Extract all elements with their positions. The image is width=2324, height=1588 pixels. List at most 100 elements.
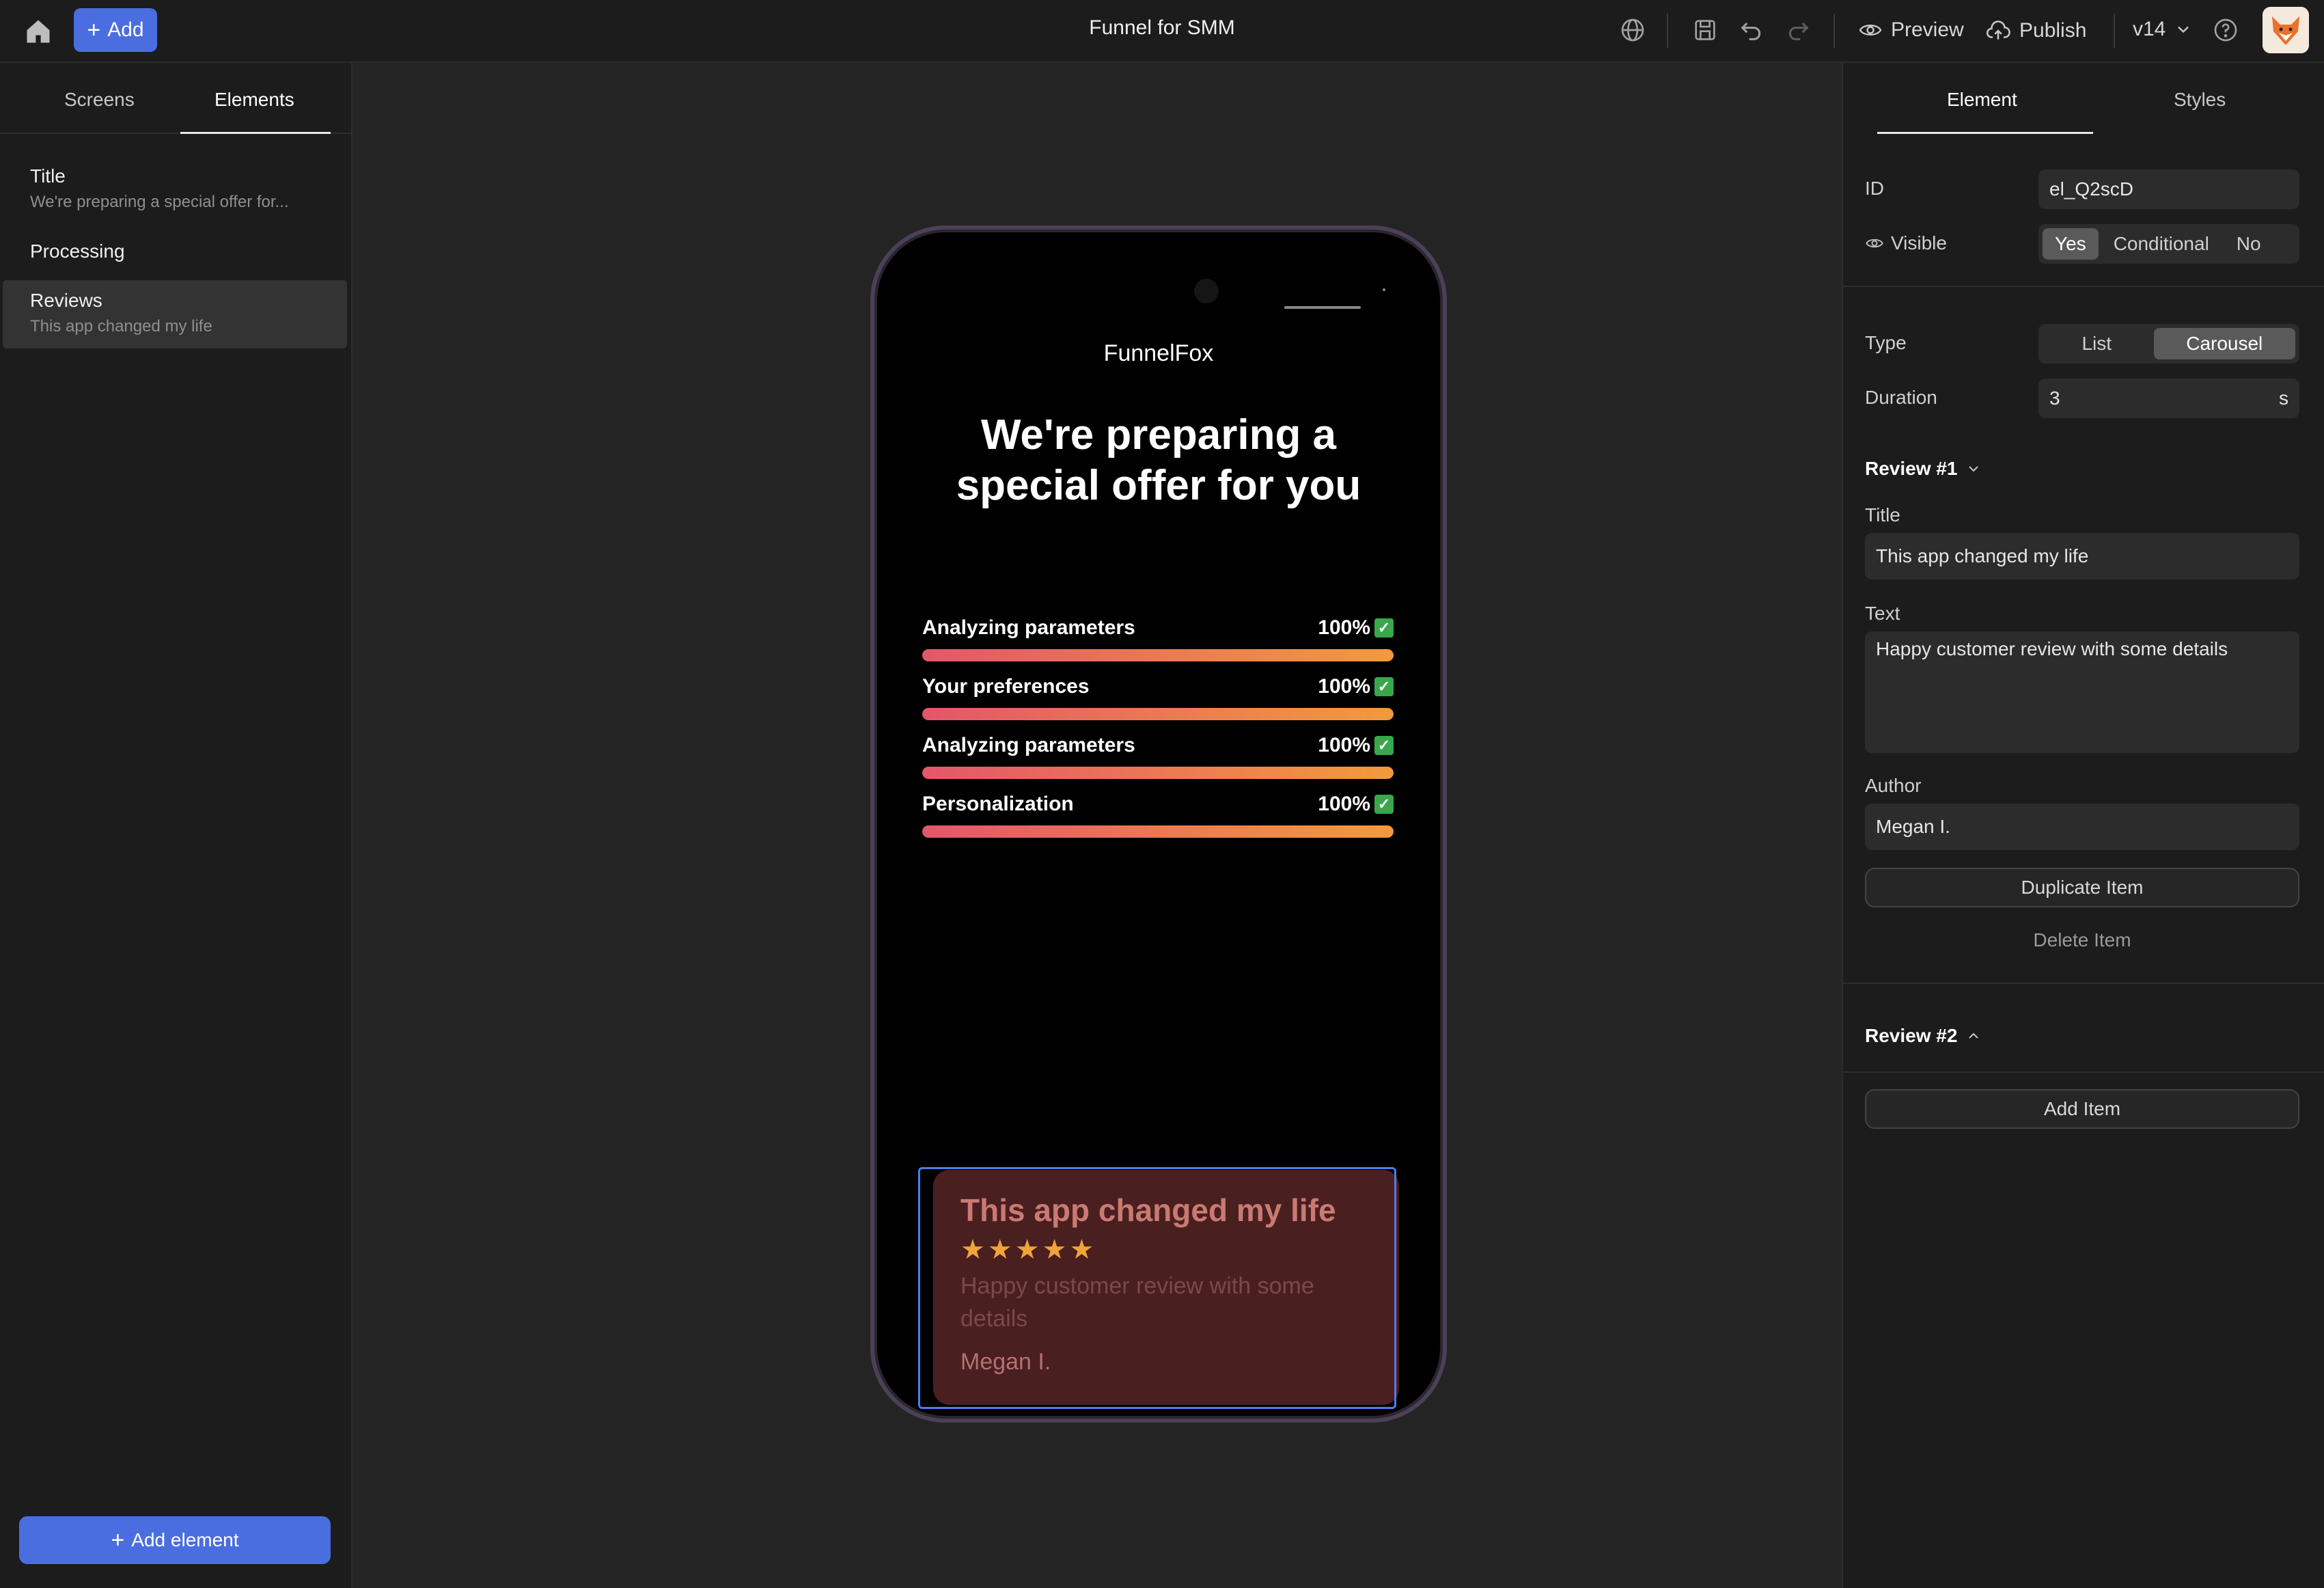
add-element-button[interactable]: + Add element bbox=[19, 1516, 331, 1564]
check-icon: ✓ bbox=[1374, 795, 1394, 814]
progress-item[interactable]: Analyzing parameters 100% ✓ bbox=[922, 616, 1394, 661]
check-icon: ✓ bbox=[1374, 677, 1394, 696]
divider bbox=[1843, 286, 2324, 287]
progress-item[interactable]: Analyzing parameters 100% ✓ bbox=[922, 734, 1394, 779]
text-label: Text bbox=[1865, 603, 1900, 624]
author-input[interactable]: Megan I. bbox=[1865, 804, 2299, 850]
duration-input[interactable]: 3 s bbox=[2038, 379, 2299, 418]
document-title: Funnel for SMM bbox=[1089, 16, 1235, 39]
status-bar-indicator bbox=[1284, 306, 1361, 309]
review-2-header[interactable]: Review #2 bbox=[1865, 1025, 1982, 1047]
progress-item[interactable]: Your preferences 100% ✓ bbox=[922, 675, 1394, 720]
type-carousel[interactable]: Carousel bbox=[2153, 328, 2295, 359]
left-tabs: Screens Elements bbox=[0, 63, 351, 134]
title-label: Title bbox=[1865, 504, 1900, 525]
version-dropdown[interactable]: v14 bbox=[2133, 18, 2193, 41]
type-label: Type bbox=[1865, 332, 1907, 353]
save-icon[interactable] bbox=[1691, 16, 1719, 44]
progress-fill bbox=[922, 649, 1394, 661]
help-icon[interactable] bbox=[2212, 16, 2239, 44]
eye-icon bbox=[1859, 25, 1882, 36]
selection-outline bbox=[918, 1167, 1396, 1409]
progress-label: Your preferences bbox=[922, 675, 1090, 698]
publish-label: Publish bbox=[2019, 19, 2087, 42]
author-label: Author bbox=[1865, 775, 1922, 796]
progress-fill bbox=[922, 825, 1394, 838]
visibility-conditional[interactable]: Conditional bbox=[2101, 228, 2222, 260]
progress-percent: 100% bbox=[1318, 675, 1370, 698]
duration-unit: s bbox=[2279, 387, 2288, 409]
preview-button[interactable]: Preview bbox=[1858, 18, 1964, 42]
tab-elements[interactable]: Elements bbox=[215, 89, 294, 111]
review-1-title: Review #1 bbox=[1865, 458, 1958, 479]
check-icon: ✓ bbox=[1374, 736, 1394, 755]
progress-percent: 100% bbox=[1318, 734, 1370, 756]
delete-item-button[interactable]: Delete Item bbox=[1865, 929, 2299, 951]
brand-title[interactable]: FunnelFox bbox=[874, 340, 1443, 367]
canvas[interactable]: FunnelFox We're preparing a special offe… bbox=[352, 63, 1842, 1588]
progress-track bbox=[922, 708, 1394, 720]
chevron-up-icon bbox=[1969, 1032, 1979, 1039]
progress-percent: 100% bbox=[1318, 793, 1370, 815]
headline-title[interactable]: We're preparing a special offer for you bbox=[915, 410, 1402, 511]
globe-icon[interactable] bbox=[1619, 16, 1646, 44]
element-subtitle: We're preparing a special offer for... bbox=[30, 193, 289, 211]
phone-preview: FunnelFox We're preparing a special offe… bbox=[870, 225, 1447, 1423]
app-window: + Add Funnel for SMM Preview Publish v14 bbox=[0, 0, 2324, 1588]
visibility-no[interactable]: No bbox=[2224, 228, 2273, 260]
chevron-down-icon bbox=[1969, 466, 1979, 472]
progress-item[interactable]: Personalization 100% ✓ bbox=[922, 793, 1394, 838]
element-name: Processing bbox=[30, 241, 125, 262]
element-subtitle: This app changed my life bbox=[30, 317, 212, 336]
add-item-button[interactable]: Add Item bbox=[1865, 1089, 2299, 1129]
id-input[interactable]: el_Q2scD bbox=[2038, 169, 2299, 209]
review-text-area[interactable]: Happy customer review with some details bbox=[1865, 631, 2299, 753]
tab-screens[interactable]: Screens bbox=[64, 89, 135, 111]
toolbar-divider bbox=[1834, 14, 1835, 48]
element-item-processing[interactable]: Processing bbox=[3, 241, 347, 275]
progress-track bbox=[922, 649, 1394, 661]
type-toggle: List Carousel bbox=[2038, 324, 2299, 364]
top-bar: + Add Funnel for SMM Preview Publish v14 bbox=[0, 0, 2324, 63]
plus-icon: + bbox=[87, 17, 101, 43]
plus-icon: + bbox=[111, 1527, 125, 1553]
publish-button[interactable]: Publish bbox=[1985, 18, 2086, 44]
type-list[interactable]: List bbox=[2043, 328, 2151, 359]
progress-label: Analyzing parameters bbox=[922, 616, 1135, 639]
home-icon[interactable] bbox=[23, 16, 53, 46]
add-button-label: Add bbox=[107, 18, 144, 41]
tab-element[interactable]: Element bbox=[1947, 89, 2017, 111]
right-panel: Element Styles ID el_Q2scD Visible Yes C… bbox=[1842, 63, 2324, 1588]
review-1-header[interactable]: Review #1 bbox=[1865, 458, 1982, 480]
undo-icon[interactable] bbox=[1738, 16, 1765, 44]
duration-label: Duration bbox=[1865, 387, 1937, 408]
element-item-reviews[interactable]: Reviews This app changed my life bbox=[3, 280, 347, 348]
element-name: Title bbox=[30, 165, 66, 187]
check-icon: ✓ bbox=[1374, 618, 1394, 638]
element-item-title[interactable]: Title We're preparing a special offer fo… bbox=[3, 165, 347, 220]
chevron-down-icon bbox=[2178, 26, 2189, 33]
duplicate-item-button[interactable]: Duplicate Item bbox=[1865, 868, 2299, 907]
progress-fill bbox=[922, 708, 1394, 720]
cloud-upload-icon bbox=[1986, 20, 2010, 40]
element-name: Reviews bbox=[30, 290, 102, 311]
add-button[interactable]: + Add bbox=[74, 8, 157, 52]
progress-label: Analyzing parameters bbox=[922, 734, 1135, 756]
visibility-toggle: Yes Conditional No bbox=[2038, 224, 2299, 264]
redo-icon[interactable] bbox=[1784, 16, 1812, 44]
tab-styles[interactable]: Styles bbox=[2174, 89, 2226, 111]
camera-dot bbox=[1194, 279, 1219, 303]
progress-track bbox=[922, 825, 1394, 838]
preview-label: Preview bbox=[1891, 18, 1964, 41]
divider bbox=[1843, 983, 2324, 984]
visibility-yes[interactable]: Yes bbox=[2043, 228, 2099, 260]
avatar[interactable] bbox=[2263, 7, 2309, 53]
toolbar-divider bbox=[1667, 14, 1668, 48]
review-title-input[interactable]: This app changed my life bbox=[1865, 533, 2299, 579]
add-element-label: Add element bbox=[131, 1529, 239, 1550]
visible-label: Visible bbox=[1891, 232, 1947, 254]
progress-label: Personalization bbox=[922, 793, 1074, 815]
toolbar-divider bbox=[2114, 14, 2115, 48]
divider bbox=[1843, 1071, 2324, 1073]
status-bar-dot bbox=[1383, 288, 1385, 291]
